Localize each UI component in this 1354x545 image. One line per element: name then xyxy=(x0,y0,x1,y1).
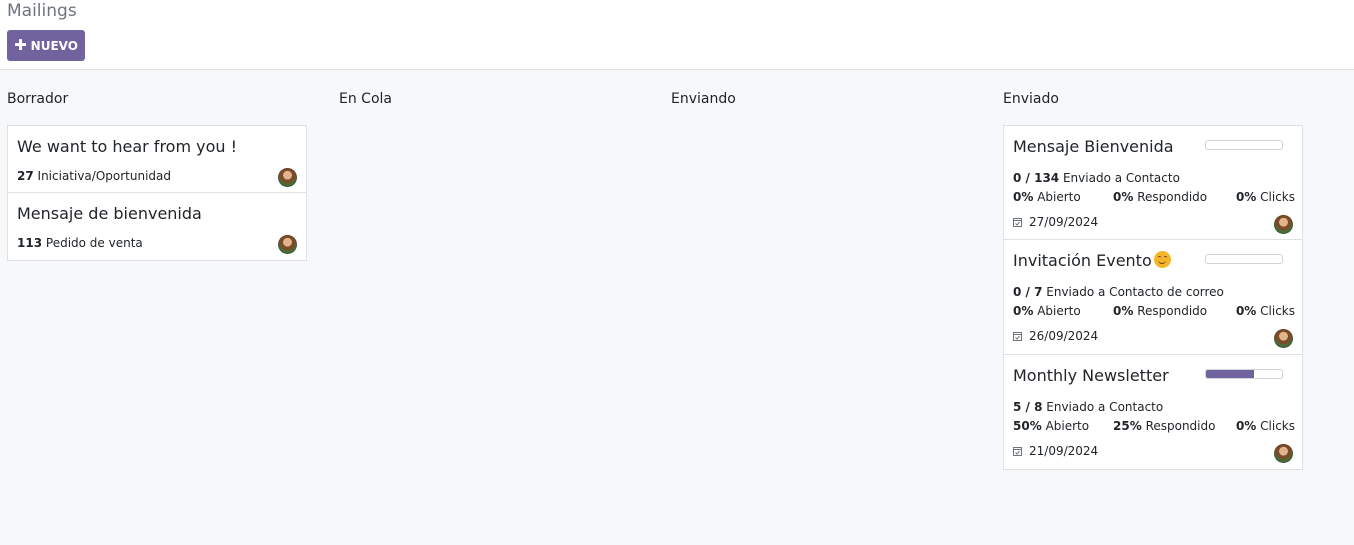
progress-bar xyxy=(1205,369,1283,379)
recipient-summary: 27 Iniciativa/Oportunidad xyxy=(17,169,171,183)
sent-label: Enviado a Contacto xyxy=(1062,171,1180,185)
clicks-value: 0% xyxy=(1235,304,1257,318)
replied-stat[interactable]: 0% Respondido xyxy=(1113,304,1207,318)
sent-date-row: 27/09/2024 xyxy=(1013,215,1098,229)
sent-date-row: 26/09/2024 xyxy=(1013,329,1098,343)
page-title: Mailings xyxy=(7,1,77,21)
kanban-column-draft: Borrador We want to hear from you ! 27 I… xyxy=(7,89,307,261)
avatar[interactable] xyxy=(1274,329,1293,348)
mailing-title: Mensaje de bienvenida xyxy=(17,204,202,223)
control-panel: Mailings ✚ NUEVO xyxy=(0,0,1354,70)
clicks-label: Clicks xyxy=(1260,190,1295,204)
clicks-value: 0% xyxy=(1235,419,1257,433)
clicks-stat[interactable]: 0% Clicks xyxy=(1236,419,1295,433)
replied-stat[interactable]: 25% Respondido xyxy=(1113,419,1215,433)
replied-label: Respondido xyxy=(1137,190,1208,204)
sent-date: 21/09/2024 xyxy=(1029,444,1099,458)
opened-label: Abierto xyxy=(1037,304,1081,318)
mailing-title: We want to hear from you ! xyxy=(17,137,238,156)
opened-label: Abierto xyxy=(1045,419,1090,433)
calendar-check-icon xyxy=(1013,446,1022,456)
mailing-card[interactable]: We want to hear from you ! 27 Iniciativa… xyxy=(7,125,307,193)
opened-stat[interactable]: 50% Abierto xyxy=(1013,419,1089,433)
clicks-stat[interactable]: 0% Clicks xyxy=(1236,190,1295,204)
sent-label: Enviado a Contacto de correo xyxy=(1046,285,1224,299)
calendar-check-icon xyxy=(1013,217,1022,227)
sent-date: 26/09/2024 xyxy=(1029,329,1099,343)
column-cards-sent: Mensaje Bienvenida 0 / 134 Enviado a Con… xyxy=(1003,125,1303,470)
opened-value: 0% xyxy=(1013,190,1034,204)
kanban-column-sending: Enviando xyxy=(671,89,971,109)
replied-label: Respondido xyxy=(1137,304,1208,318)
avatar[interactable] xyxy=(1274,215,1293,234)
clicks-label: Clicks xyxy=(1260,419,1295,433)
progress-fill xyxy=(1206,370,1254,378)
mailing-card[interactable]: Mensaje de bienvenida 113 Pedido de vent… xyxy=(7,193,307,261)
replied-label: Respondido xyxy=(1145,419,1216,433)
smiling-face-icon xyxy=(1153,251,1171,268)
recipient-model: Pedido de venta xyxy=(45,236,143,250)
replied-value: 0% xyxy=(1113,304,1134,318)
mailing-title: Monthly Newsletter xyxy=(1013,366,1169,385)
kanban-column-queued: En Cola xyxy=(339,89,639,109)
avatar[interactable] xyxy=(278,168,297,187)
recipient-count: 27 xyxy=(17,169,34,183)
clicks-stat[interactable]: 0% Clicks xyxy=(1236,304,1295,318)
recipient-model: Iniciativa/Oportunidad xyxy=(37,169,172,183)
progress-bar xyxy=(1205,254,1283,264)
column-title-queued: En Cola xyxy=(339,91,392,107)
kanban-column-sent: Enviado Mensaje Bienvenida 0 / 134 Envia… xyxy=(1003,89,1303,470)
mailing-title: Mensaje Bienvenida xyxy=(1013,137,1174,156)
sent-summary: 0 / 134 Enviado a Contacto xyxy=(1013,171,1180,185)
clicks-label: Clicks xyxy=(1260,304,1295,318)
sent-summary: 5 / 8 Enviado a Contacto xyxy=(1013,400,1163,414)
sent-date-row: 21/09/2024 xyxy=(1013,444,1098,458)
calendar-check-icon xyxy=(1013,331,1022,341)
mailing-card[interactable]: Mensaje Bienvenida 0 / 134 Enviado a Con… xyxy=(1003,125,1303,240)
plus-icon: ✚ xyxy=(14,36,27,54)
column-title-sent: Enviado xyxy=(1003,91,1059,107)
sent-label: Enviado a Contacto xyxy=(1046,400,1164,414)
mailing-title-wrap: Invitación Evento xyxy=(1013,251,1171,270)
opened-value: 0% xyxy=(1013,304,1034,318)
replied-value: 0% xyxy=(1113,190,1134,204)
new-button-label: NUEVO xyxy=(30,38,78,53)
opened-value: 50% xyxy=(1013,419,1042,433)
opened-label: Abierto xyxy=(1037,190,1081,204)
recipient-summary: 113 Pedido de venta xyxy=(17,236,143,250)
sent-count: 0 / 134 xyxy=(1013,171,1060,185)
sent-count: 0 / 7 xyxy=(1013,285,1043,299)
avatar[interactable] xyxy=(278,235,297,254)
opened-stat[interactable]: 0% Abierto xyxy=(1013,304,1081,318)
clicks-value: 0% xyxy=(1235,190,1257,204)
replied-stat[interactable]: 0% Respondido xyxy=(1113,190,1207,204)
mailing-card[interactable]: Invitación Evento 0 / 7 Enviado a Contac… xyxy=(1003,240,1303,355)
replied-value: 25% xyxy=(1113,419,1142,433)
progress-bar xyxy=(1205,140,1283,150)
sent-count: 5 / 8 xyxy=(1013,400,1043,414)
mailing-card[interactable]: Monthly Newsletter 5 / 8 Enviado a Conta… xyxy=(1003,355,1303,470)
opened-stat[interactable]: 0% Abierto xyxy=(1013,190,1081,204)
mailing-title: Invitación Evento xyxy=(1013,251,1152,270)
sent-summary: 0 / 7 Enviado a Contacto de correo xyxy=(1013,285,1224,299)
recipient-count: 113 xyxy=(17,236,43,250)
new-mailing-button[interactable]: ✚ NUEVO xyxy=(7,30,85,61)
sent-date: 27/09/2024 xyxy=(1029,215,1099,229)
column-title-draft: Borrador xyxy=(7,91,69,107)
avatar[interactable] xyxy=(1274,444,1293,463)
column-title-sending: Enviando xyxy=(671,91,736,107)
column-cards-draft: We want to hear from you ! 27 Iniciativa… xyxy=(7,125,307,261)
